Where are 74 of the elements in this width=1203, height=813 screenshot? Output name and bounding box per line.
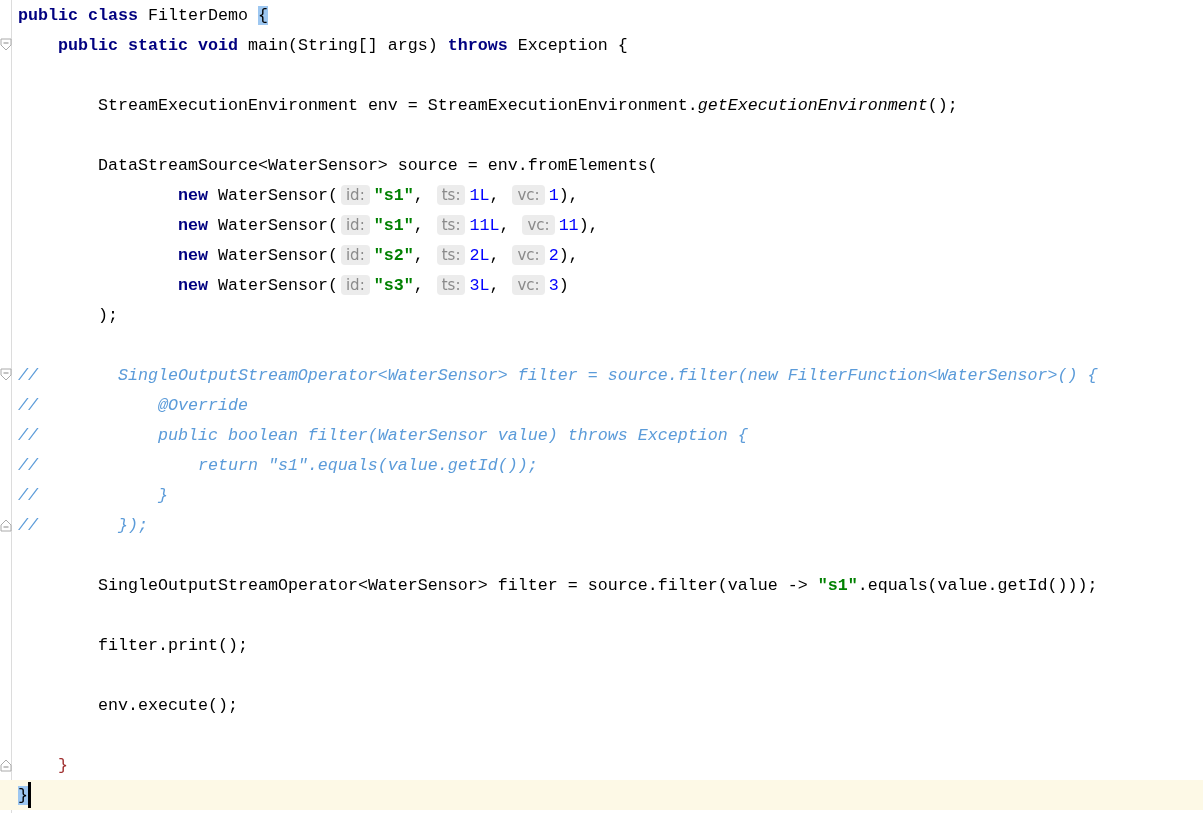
code-text: WaterSensor(	[217, 185, 338, 205]
string-literal: "s1"	[373, 185, 414, 205]
number-literal: 11L	[469, 215, 500, 235]
fold-icon[interactable]	[0, 368, 12, 382]
keyword: public static void	[58, 35, 238, 55]
code-text: ,	[489, 185, 501, 205]
code-comment: // public boolean filter(WaterSensor value) throws Exception {	[18, 425, 748, 445]
code-text: );	[98, 305, 118, 325]
code-comment: // }	[18, 485, 168, 505]
code-text: WaterSensor(	[217, 275, 338, 295]
number-literal: 2L	[469, 245, 490, 265]
code-text: ,	[489, 275, 501, 295]
code-text: SingleOutputStreamOperator<WaterSensor> filter = source.filter(value ->	[98, 575, 809, 595]
string-literal: "s3"	[373, 275, 414, 295]
number-literal: 1	[548, 185, 559, 205]
fold-icon[interactable]	[0, 38, 12, 52]
string-literal: "s1"	[373, 215, 414, 235]
code-text: WaterSensor(	[217, 215, 338, 235]
keyword: new	[178, 245, 208, 265]
number-literal: 2	[548, 245, 559, 265]
number-literal: 3L	[469, 275, 490, 295]
keyword: public class	[18, 5, 138, 25]
parameter-hint: ts:	[436, 185, 466, 205]
code-editor[interactable]	[0, 0, 1203, 813]
keyword: new	[178, 215, 208, 235]
matched-brace: }	[18, 785, 28, 805]
keyword: new	[178, 185, 208, 205]
code-text: ,	[413, 245, 425, 265]
closing-brace: }	[58, 755, 68, 775]
parameter-hint: id:	[340, 245, 370, 265]
fold-icon[interactable]	[0, 758, 12, 772]
code-text: FilterDemo	[146, 5, 249, 25]
string-literal: "s2"	[373, 245, 414, 265]
code-text: ,	[489, 245, 501, 265]
number-literal: 1L	[469, 185, 490, 205]
matched-brace: {	[257, 5, 268, 25]
code-text: ,	[413, 275, 425, 295]
code-text: ),	[558, 185, 579, 205]
keyword: throws	[447, 35, 508, 55]
parameter-hint: vc:	[512, 185, 545, 205]
code-text: DataStreamSource<WaterSensor> source = env.fromElements(	[98, 155, 658, 175]
parameter-hint: vc:	[512, 245, 545, 265]
code-text: ,	[499, 215, 511, 235]
parameter-hint: id:	[340, 185, 370, 205]
number-literal: 11	[558, 215, 579, 235]
code-text: ();	[927, 95, 958, 115]
parameter-hint: ts:	[436, 245, 466, 265]
parameter-hint: vc:	[522, 215, 555, 235]
method-name: getExecutionEnvironment	[697, 95, 928, 115]
code-comment: // @Override	[18, 395, 248, 415]
code-text: ),	[558, 245, 579, 265]
code-text: filter.print();	[98, 635, 248, 655]
code-text: .equals(value.getId()));	[857, 575, 1098, 595]
code-comment: // SingleOutputStreamOperator<WaterSensor> filter = source.filter(new FilterFunction<WaterSensor>() {	[18, 365, 1098, 385]
parameter-hint: id:	[340, 275, 370, 295]
fold-icon[interactable]	[0, 518, 12, 532]
code-text: StreamExecutionEnvironment env = StreamExecutionEnvironment.	[98, 95, 698, 115]
code-text: WaterSensor(	[217, 245, 338, 265]
code-text: )	[558, 275, 569, 295]
string-literal: "s1"	[817, 575, 858, 595]
parameter-hint: ts:	[436, 275, 466, 295]
code-text: env.execute();	[98, 695, 238, 715]
number-literal: 3	[548, 275, 559, 295]
keyword: new	[178, 275, 208, 295]
parameter-hint: vc:	[512, 275, 545, 295]
code-comment: // });	[18, 515, 148, 535]
code-text: ),	[578, 215, 599, 235]
code-text: main(String[] args)	[246, 35, 439, 55]
parameter-hint: id:	[340, 215, 370, 235]
code-text: ,	[413, 215, 425, 235]
parameter-hint: ts:	[436, 215, 466, 235]
code-comment: // return "s1".equals(value.getId());	[18, 455, 538, 475]
code-text: Exception {	[516, 35, 628, 55]
code-text: ,	[413, 185, 425, 205]
